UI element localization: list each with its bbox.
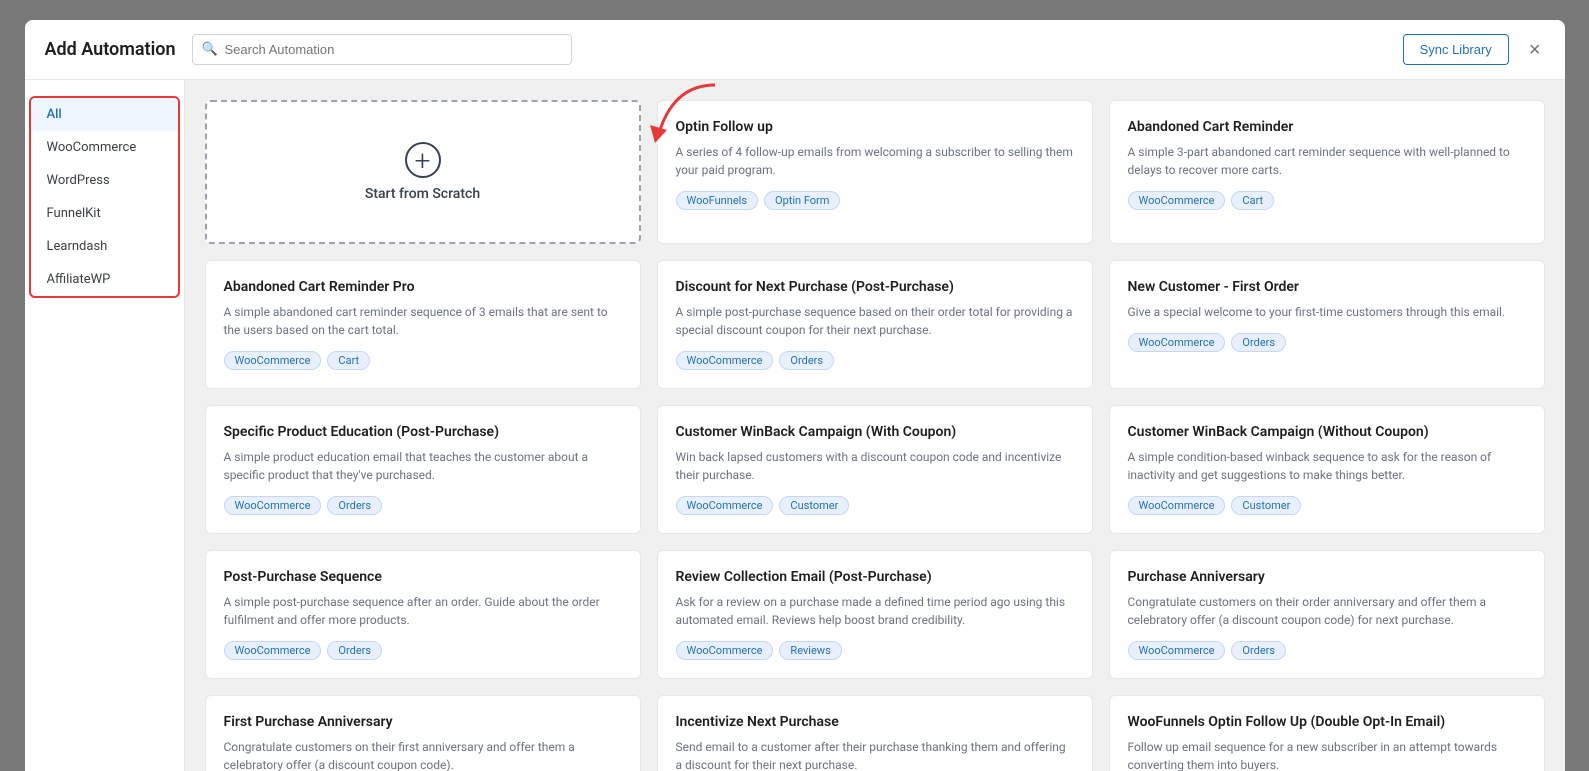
sidebar-item-funnelkit[interactable]: FunnelKit [31, 197, 178, 230]
tag: Orders [327, 641, 382, 660]
scratch-plus-icon: + [405, 142, 441, 178]
tag: Orders [1231, 641, 1286, 660]
card-tags: WooCommerce Reviews [676, 641, 1074, 660]
tag: Cart [1231, 191, 1274, 210]
close-button[interactable]: × [1525, 36, 1545, 64]
sidebar-bordered-outline: All WooCommerce WordPress FunnelKit Lear… [29, 96, 180, 298]
card-tags: WooFunnels Optin Form [676, 191, 1074, 210]
card-title: Purchase Anniversary [1128, 569, 1526, 585]
tag: Orders [327, 496, 382, 515]
scratch-label: Start from Scratch [365, 186, 480, 202]
card-title: Abandoned Cart Reminder Pro [224, 279, 622, 295]
tag: WooCommerce [676, 351, 774, 370]
card-tags: WooCommerce Customer [676, 496, 1074, 515]
search-input[interactable] [192, 34, 572, 65]
card-desc: A simple product education email that te… [224, 448, 622, 484]
sidebar-item-all[interactable]: All [31, 98, 178, 131]
card-new-customer-first-order[interactable]: New Customer - First Order Give a specia… [1109, 260, 1545, 389]
card-first-purchase-anniversary[interactable]: First Purchase Anniversary Congratulate … [205, 695, 641, 771]
card-title: Discount for Next Purchase (Post-Purchas… [676, 279, 1074, 295]
sidebar-item-wordpress[interactable]: WordPress [31, 164, 178, 197]
sidebar-item-woocommerce[interactable]: WooCommerce [31, 131, 178, 164]
add-automation-modal: Add Automation 🔍 Sync Library × All WooC… [25, 20, 1565, 771]
search-icon: 🔍 [202, 42, 218, 57]
card-tags: WooCommerce Customer [1128, 496, 1526, 515]
card-desc: Follow up email sequence for a new subsc… [1128, 738, 1526, 771]
card-desc: A simple post-purchase sequence based on… [676, 303, 1074, 339]
cards-grid: Abandoned Cart Reminder Pro A simple aba… [205, 260, 1545, 771]
tag: Cart [327, 351, 370, 370]
tag: Optin Form [764, 191, 840, 210]
start-from-scratch-card[interactable]: + Start from Scratch [205, 100, 641, 244]
tag: WooCommerce [224, 641, 322, 660]
card-desc: A series of 4 follow-up emails from welc… [676, 143, 1074, 179]
card-title: Customer WinBack Campaign (Without Coupo… [1128, 424, 1526, 440]
tag: WooCommerce [1128, 333, 1226, 352]
tag: WooCommerce [676, 641, 774, 660]
modal-header: Add Automation 🔍 Sync Library × [25, 20, 1565, 80]
card-title: Abandoned Cart Reminder [1128, 119, 1526, 135]
card-desc: A simple abandoned cart reminder sequenc… [224, 303, 622, 339]
card-title: Post-Purchase Sequence [224, 569, 622, 585]
card-title: Review Collection Email (Post-Purchase) [676, 569, 1074, 585]
tag: WooCommerce [1128, 641, 1226, 660]
card-desc: Send email to a customer after their pur… [676, 738, 1074, 771]
card-tags: WooCommerce Orders [676, 351, 1074, 370]
card-winback-without-coupon[interactable]: Customer WinBack Campaign (Without Coupo… [1109, 405, 1545, 534]
card-title: First Purchase Anniversary [224, 714, 622, 730]
card-tags: WooCommerce Orders [1128, 333, 1526, 352]
card-purchase-anniversary[interactable]: Purchase Anniversary Congratulate custom… [1109, 550, 1545, 679]
card-desc: A simple condition-based winback sequenc… [1128, 448, 1526, 484]
card-desc: A simple 3-part abandoned cart reminder … [1128, 143, 1526, 179]
tag: WooFunnels [676, 191, 759, 210]
card-specific-product-education[interactable]: Specific Product Education (Post-Purchas… [205, 405, 641, 534]
card-post-purchase-sequence[interactable]: Post-Purchase Sequence A simple post-pur… [205, 550, 641, 679]
card-optin-follow-up[interactable]: Optin Follow up A series of 4 follow-up … [657, 100, 1093, 244]
card-desc: Congratulate customers on their first an… [224, 738, 622, 771]
card-desc: Congratulate customers on their order an… [1128, 593, 1526, 629]
card-tags: WooCommerce Cart [224, 351, 622, 370]
card-incentivize-next-purchase[interactable]: Incentivize Next Purchase Send email to … [657, 695, 1093, 771]
card-desc: Give a special welcome to your first-tim… [1128, 303, 1526, 321]
card-title: Incentivize Next Purchase [676, 714, 1074, 730]
card-abandoned-cart-pro[interactable]: Abandoned Cart Reminder Pro A simple aba… [205, 260, 641, 389]
tag: WooCommerce [1128, 191, 1226, 210]
card-tags: WooCommerce Orders [1128, 641, 1526, 660]
card-discount-next-purchase[interactable]: Discount for Next Purchase (Post-Purchas… [657, 260, 1093, 389]
sidebar-item-affiliatewp[interactable]: AffiliateWP [31, 263, 178, 296]
card-abandoned-cart-reminder[interactable]: Abandoned Cart Reminder A simple 3-part … [1109, 100, 1545, 244]
tag: WooCommerce [676, 496, 774, 515]
card-title: Specific Product Education (Post-Purchas… [224, 424, 622, 440]
tag: WooCommerce [224, 496, 322, 515]
card-woofunnels-optin-follow-up[interactable]: WooFunnels Optin Follow Up (Double Opt-I… [1109, 695, 1545, 771]
card-desc: Ask for a review on a purchase made a de… [676, 593, 1074, 629]
tag: Customer [1231, 496, 1301, 515]
content-area: + Start from Scratch Optin Follow up A s… [185, 80, 1565, 771]
card-title: New Customer - First Order [1128, 279, 1526, 295]
card-tags: WooCommerce Cart [1128, 191, 1526, 210]
card-tags: WooCommerce Orders [224, 641, 622, 660]
card-tags: WooCommerce Orders [224, 496, 622, 515]
tag: Customer [779, 496, 849, 515]
first-row: + Start from Scratch Optin Follow up A s… [205, 100, 1545, 244]
tag: WooCommerce [224, 351, 322, 370]
card-desc: A simple post-purchase sequence after an… [224, 593, 622, 629]
tag: Reviews [779, 641, 841, 660]
tag: WooCommerce [1128, 496, 1226, 515]
search-box: 🔍 [192, 34, 572, 65]
tag: Orders [779, 351, 834, 370]
sync-library-button[interactable]: Sync Library [1403, 34, 1509, 65]
sidebar: All WooCommerce WordPress FunnelKit Lear… [25, 80, 185, 771]
card-review-collection[interactable]: Review Collection Email (Post-Purchase) … [657, 550, 1093, 679]
card-title: WooFunnels Optin Follow Up (Double Opt-I… [1128, 714, 1526, 730]
modal-title: Add Automation [45, 39, 176, 60]
sidebar-item-learndash[interactable]: Learndash [31, 230, 178, 263]
tag: Orders [1231, 333, 1286, 352]
modal-body: All WooCommerce WordPress FunnelKit Lear… [25, 80, 1565, 771]
card-winback-with-coupon[interactable]: Customer WinBack Campaign (With Coupon) … [657, 405, 1093, 534]
card-title: Optin Follow up [676, 119, 1074, 135]
card-desc: Win back lapsed customers with a discoun… [676, 448, 1074, 484]
card-title: Customer WinBack Campaign (With Coupon) [676, 424, 1074, 440]
